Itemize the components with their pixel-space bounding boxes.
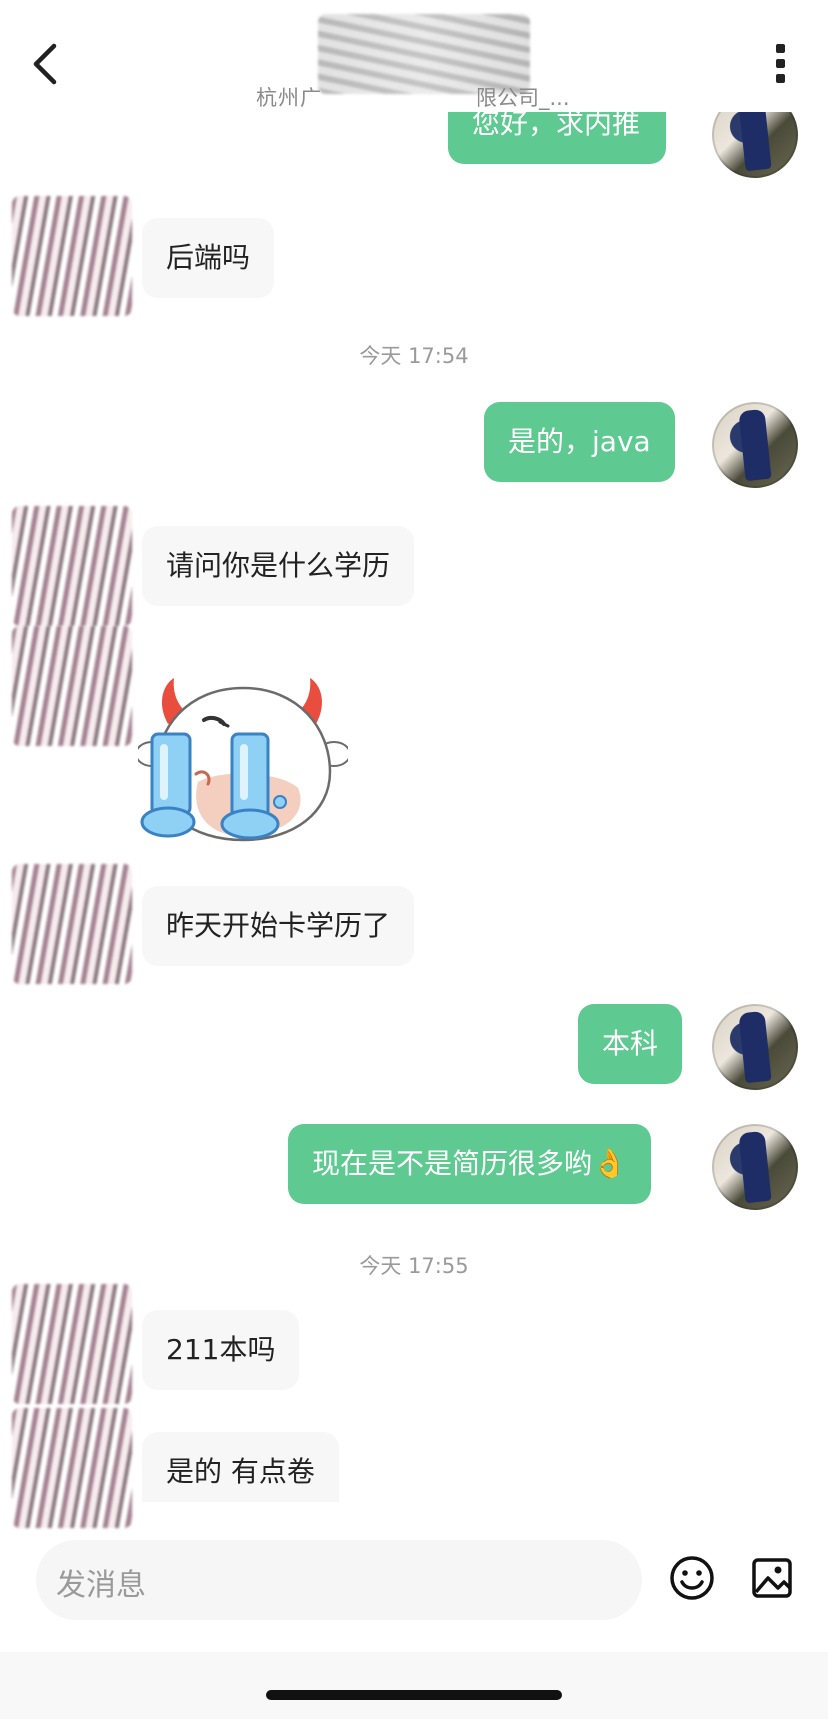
message-text: 211本吗 bbox=[166, 1333, 276, 1366]
message-bubble-incoming[interactable]: 是的 有点卷 bbox=[142, 1432, 339, 1502]
message-text: 请问你是什么学历 bbox=[166, 549, 391, 582]
image-icon bbox=[752, 1558, 792, 1598]
contact-avatar[interactable] bbox=[12, 864, 132, 984]
chat-header: 杭州广 限公司_... bbox=[0, 0, 828, 112]
my-avatar[interactable] bbox=[712, 402, 798, 488]
message-bubble-incoming[interactable]: 后端吗 bbox=[142, 218, 275, 298]
message-bubble-outgoing[interactable]: 是的，java bbox=[484, 402, 675, 482]
home-indicator[interactable] bbox=[266, 1690, 562, 1700]
message-text: 现在是不是简历很多哟👌 bbox=[312, 1147, 627, 1180]
message-text: 本科 bbox=[602, 1027, 659, 1060]
message-text: 是的，java bbox=[508, 425, 651, 458]
message-bubble-outgoing[interactable]: 本科 bbox=[578, 1004, 683, 1084]
contact-avatar[interactable] bbox=[12, 196, 132, 316]
emoji-button[interactable] bbox=[668, 1554, 716, 1602]
more-button[interactable] bbox=[770, 44, 790, 90]
contact-avatar[interactable] bbox=[12, 626, 132, 746]
message-bubble-incoming[interactable]: 请问你是什么学历 bbox=[142, 526, 415, 606]
bottom-safe-area bbox=[0, 1652, 828, 1719]
message-text: 后端吗 bbox=[166, 241, 251, 274]
message-bubble-outgoing[interactable]: 现在是不是简历很多哟👌 bbox=[288, 1124, 651, 1204]
my-avatar[interactable] bbox=[712, 1124, 798, 1210]
contact-avatar[interactable] bbox=[12, 506, 132, 626]
company-subtitle-prefix: 杭州广 bbox=[256, 86, 322, 110]
my-avatar[interactable] bbox=[712, 1004, 798, 1090]
chevron-left-icon bbox=[33, 43, 57, 85]
back-button[interactable] bbox=[28, 40, 68, 88]
contact-avatar[interactable] bbox=[12, 1408, 132, 1528]
crying-cow-sticker[interactable] bbox=[135, 662, 351, 852]
crying-cow-icon bbox=[135, 678, 351, 842]
more-vertical-icon bbox=[775, 44, 785, 53]
message-timestamp: 今天 17:55 bbox=[359, 1254, 469, 1278]
contact-avatar[interactable] bbox=[12, 1284, 132, 1404]
company-subtitle-suffix: 限公司_... bbox=[476, 86, 570, 110]
message-input-placeholder: 发消息 bbox=[56, 1568, 146, 1603]
message-timestamp: 今天 17:54 bbox=[359, 344, 469, 368]
image-button[interactable] bbox=[748, 1554, 796, 1602]
message-bubble-incoming[interactable]: 昨天开始卡学历了 bbox=[142, 886, 415, 966]
smile-icon bbox=[670, 1556, 714, 1600]
message-text: 昨天开始卡学历了 bbox=[166, 909, 391, 942]
message-text: 是的 有点卷 bbox=[166, 1455, 315, 1488]
message-bubble-incoming[interactable]: 211本吗 bbox=[142, 1310, 300, 1390]
